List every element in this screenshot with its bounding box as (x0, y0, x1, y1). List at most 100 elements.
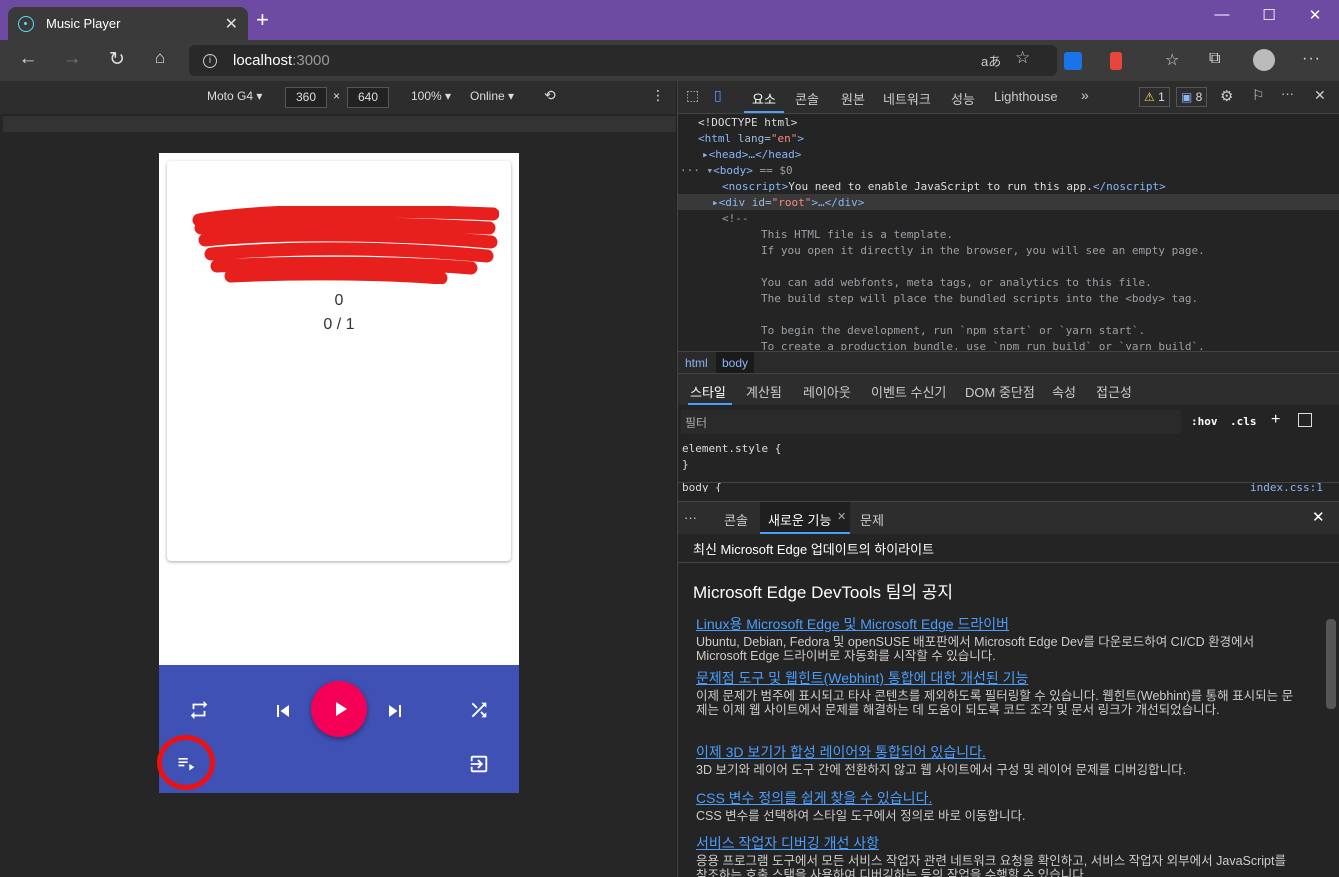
forward-icon[interactable]: → (59, 48, 85, 70)
favorites-icon[interactable]: ☆ (1165, 50, 1179, 70)
minimize-icon[interactable]: — (1199, 6, 1245, 23)
play-icon (336, 702, 347, 716)
news-link[interactable]: Linux용 Microsoft Edge 및 Microsoft Edge 드… (696, 614, 1296, 634)
browser-tab[interactable]: Music Player ✕ (8, 7, 248, 40)
address-bar[interactable]: i localhost:3000 aあ ☆ (189, 45, 1057, 76)
redacted-scribble (192, 206, 499, 284)
repeat-icon[interactable] (188, 699, 210, 721)
device-name: Moto G4 (207, 89, 254, 103)
filter-input[interactable]: 필터 (681, 410, 1181, 434)
body-rule-source[interactable]: index.css:1 (1250, 483, 1323, 492)
styles-tab-indicator (688, 403, 732, 405)
more-icon[interactable]: ··· (1302, 50, 1321, 68)
tab-dom-breakpoints[interactable]: DOM 중단점 (965, 382, 1035, 401)
news-link[interactable]: 서비스 작업자 디버깅 개선 사항 (696, 833, 1296, 853)
url-port: :3000 (292, 52, 330, 69)
tab-properties[interactable]: 속성 (1052, 382, 1076, 401)
doctype-line[interactable]: <!DOCTYPE html> (698, 116, 797, 129)
device-toolbar: Moto G4 ▾ 360 × 640 100% ▾ Online ▾ ⟲ ⋮ (0, 81, 676, 114)
tab-sources[interactable]: 원본 (841, 89, 865, 108)
cls-button[interactable]: .cls (1230, 415, 1257, 428)
tab-layout[interactable]: 레이아웃 (803, 382, 851, 401)
width-input[interactable]: 360 (285, 87, 327, 108)
home-icon[interactable]: ⌂ (147, 48, 173, 68)
close-drawer-icon[interactable]: ✕ (1312, 508, 1325, 526)
info-icon[interactable]: i (203, 53, 217, 68)
maximize-icon[interactable]: ☐ (1246, 6, 1292, 24)
add-rule-icon[interactable]: + (1271, 411, 1280, 429)
tab-network[interactable]: 네트워크 (883, 89, 931, 108)
news-link[interactable]: CSS 변수 정의를 쉽게 찾을 수 있습니다. (696, 788, 1296, 808)
body-line[interactable]: ··· ▾<body> == $0 (680, 164, 793, 177)
tab-event-listeners[interactable]: 이벤트 수신기 (871, 382, 946, 401)
drawer-scrollbar[interactable] (1326, 619, 1336, 709)
noscript-line[interactable]: <noscript>You need to enable JavaScript … (722, 180, 1166, 193)
extension-icon[interactable] (1110, 52, 1122, 70)
rotate-icon[interactable]: ⟲ (544, 87, 556, 104)
devtools-tabs: ⬚ ▯ 요소 콘솔 원본 네트워크 성능 Lighthouse » ⚠ 1 ▣ … (678, 81, 1339, 114)
html-tag: <html (698, 132, 732, 145)
network-select[interactable]: Online ▾ (470, 89, 514, 103)
back-icon[interactable]: ← (15, 48, 41, 70)
tab-computed[interactable]: 계산됨 (746, 382, 782, 401)
hov-button[interactable]: :hov (1191, 415, 1218, 428)
device-select[interactable]: Moto G4 ▾ (207, 89, 262, 103)
react-icon (18, 15, 34, 32)
tab-elements[interactable]: 요소 (752, 89, 776, 108)
previous-track-icon[interactable] (271, 699, 295, 723)
drawer-tab-issues[interactable]: 문제 (860, 510, 884, 529)
height-input[interactable]: 640 (347, 87, 389, 108)
drawer-tab-whats-new[interactable]: 새로운 기능 ✕ (760, 502, 850, 534)
sidebar-toggle-icon[interactable] (1298, 413, 1312, 427)
device-toggle-icon[interactable]: ▯ (714, 87, 722, 104)
play-button[interactable] (311, 681, 367, 737)
comment-line-3: You can add webfonts, meta tags, or anal… (761, 276, 1152, 289)
comment-open[interactable]: <!-- (722, 212, 749, 225)
inspect-icon[interactable]: ⬚ (686, 87, 699, 104)
news-desc: 응용 프로그램 도구에서 모든 서비스 작업자 관련 네트워크 요청을 확인하고… (696, 854, 1286, 877)
crumb-html[interactable]: html (685, 356, 708, 370)
head-tag: <head>…</head> (708, 148, 802, 161)
more-options-icon[interactable]: ⋮ (651, 87, 665, 104)
track-counter: 0 (334, 292, 344, 309)
customize-icon[interactable]: ··· (1281, 86, 1294, 101)
crumb-body[interactable]: body (716, 352, 755, 373)
warning-count: 1 (1158, 90, 1165, 104)
collections-icon[interactable]: ⧉ (1209, 50, 1220, 68)
shuffle-icon[interactable] (468, 699, 490, 721)
zoom-select[interactable]: 100% ▾ (411, 89, 451, 103)
exit-icon[interactable] (468, 753, 490, 775)
translate-extension-icon[interactable] (1064, 52, 1082, 70)
warning-badge[interactable]: ⚠ 1 (1139, 87, 1170, 107)
window-close-icon[interactable]: ✕ (1292, 6, 1338, 24)
element-style-selector[interactable]: element.style { (682, 441, 781, 457)
drawer-tab-console[interactable]: 콘솔 (724, 510, 748, 529)
more-tabs-icon[interactable]: » (1081, 87, 1089, 103)
profile-avatar[interactable] (1253, 49, 1275, 71)
reload-icon[interactable]: ↻ (104, 48, 130, 71)
tab-styles[interactable]: 스타일 (690, 382, 726, 401)
settings-icon[interactable]: ⚙ (1220, 87, 1233, 105)
new-tab-icon[interactable]: + (256, 9, 269, 31)
tab-lighthouse[interactable]: Lighthouse (994, 89, 1058, 104)
div-attr-value: "root" (771, 196, 812, 209)
news-link[interactable]: 문제점 도구 및 웹힌트(Webhint) 통합에 대한 개선된 기능 (696, 668, 1296, 688)
tab-console[interactable]: 콘솔 (795, 89, 819, 108)
html-line[interactable]: <html lang="en"> (698, 132, 804, 145)
noscript-close: </noscript> (1092, 180, 1166, 193)
news-link[interactable]: 이제 3D 보기가 합성 레이어와 통합되어 있습니다. (696, 742, 1296, 762)
close-drawer-tab-icon[interactable]: ✕ (837, 510, 846, 523)
drawer-menu-icon[interactable]: ··· (684, 510, 697, 525)
close-devtools-icon[interactable]: ✕ (1314, 87, 1326, 104)
add-favorite-icon[interactable]: ☆ (1015, 48, 1030, 68)
message-badge[interactable]: ▣ 8 (1176, 87, 1208, 107)
tab-performance[interactable]: 성능 (951, 89, 975, 108)
root-div-line[interactable]: ▸<div id="root">…</div> (712, 196, 864, 209)
tab-accessibility[interactable]: 접근성 (1096, 382, 1132, 401)
tab-title: Music Player (46, 16, 121, 31)
feedback-icon[interactable]: ⚐ (1252, 87, 1265, 104)
next-track-icon[interactable] (383, 699, 407, 723)
head-line[interactable]: ▸<head>…</head> (702, 148, 801, 161)
read-aloud-icon[interactable]: aあ (981, 51, 1001, 70)
close-tab-icon[interactable]: ✕ (225, 14, 238, 34)
